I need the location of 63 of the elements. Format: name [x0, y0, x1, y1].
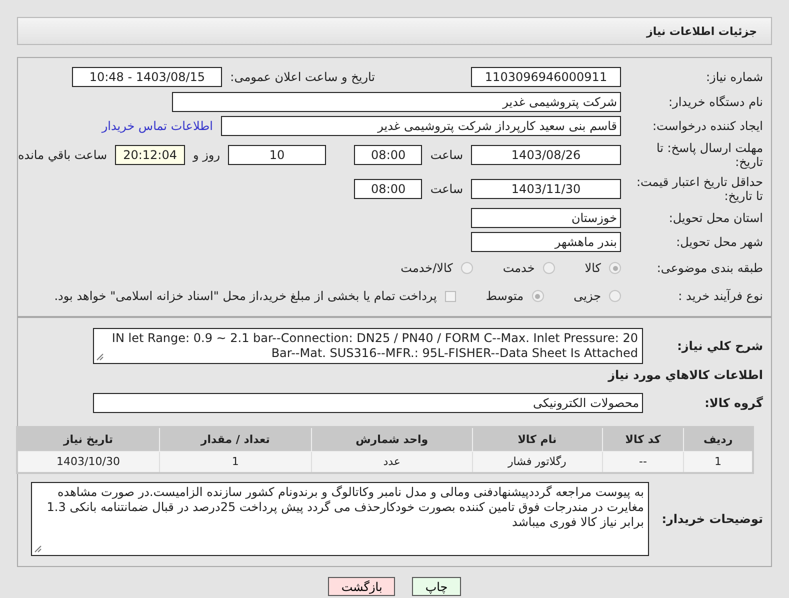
resize-grip-icon[interactable] — [34, 545, 42, 553]
field-label: ساعت — [430, 148, 463, 162]
section-heading: اطلاعات کالاهاي مورد نياز — [606, 368, 763, 382]
field-label: شهر محل تحویل: — [675, 235, 763, 249]
table-cell: رگلاتور فشار — [472, 451, 602, 473]
field-label: نوع فرآیند خرید : — [677, 289, 763, 303]
radio-label: متوسط — [486, 289, 524, 303]
table-cell: عدد — [312, 451, 472, 473]
buyer-notes-box[interactable]: به پیوست مراجعه گرددپیشنهادفنی ومالی و مدل نامبر وکاتالوگ و برندونام کشور سازنده الزامیست.در صورت مشاهده مغایرت در مندرجات فوق تامین کننده بصورت خودکارحذف می گردد پیش پرداخت 25درصد در قبال ضمانتنامه بانکی 1.3 برابر نیاز کالا فوری میباشد — [31, 482, 649, 556]
column-header: کد کالا — [602, 427, 684, 451]
field-label: استان محل تحویل: — [668, 211, 763, 225]
radio-button[interactable] — [609, 262, 621, 274]
radio-button[interactable] — [532, 290, 544, 302]
column-header: واحد شمارش — [312, 427, 472, 451]
field-label: ساعت باقي مانده — [18, 148, 108, 162]
input-field[interactable]: 1403/08/15 - 10:48 — [72, 67, 222, 87]
radio-label: جزیی — [574, 289, 601, 303]
field-label: گروه کالا: — [704, 396, 763, 410]
checkbox-label: پرداخت تمام یا بخشی از مبلغ خرید،از محل "اسناد خزانه اسلامی" خواهد بود. — [54, 289, 437, 303]
radio-button[interactable] — [609, 290, 621, 302]
input-field[interactable]: 08:00 — [354, 145, 422, 165]
field-label: شرح کلي نياز: — [676, 339, 763, 353]
column-header: ردیف — [684, 427, 753, 451]
field-label: شماره نیاز: — [705, 70, 763, 84]
input-field[interactable]: محصولات الکترونیکی — [93, 393, 643, 413]
input-field[interactable]: خوزستان — [471, 208, 621, 228]
radio-button[interactable] — [460, 262, 473, 274]
field-label: حداقل تاریخ اعتبار قیمت: تا تاریخ: — [635, 175, 763, 203]
field-label: ساعت — [430, 182, 463, 196]
input-field[interactable]: 10 — [228, 145, 326, 165]
column-header: نام کالا — [472, 427, 602, 451]
column-header: تعداد / مقدار — [159, 427, 312, 451]
buyer-contact-link[interactable]: اطلاعات تماس خریدار — [102, 119, 213, 133]
column-header: تاریخ نیاز — [17, 427, 159, 451]
field-label: ایجاد کننده درخواست: — [651, 119, 763, 133]
input-field[interactable]: 1403/08/26 — [471, 145, 621, 165]
table-cell: -- — [602, 451, 684, 473]
radio-button[interactable] — [542, 262, 555, 274]
print-button[interactable]: چاپ — [412, 577, 461, 596]
table-cell: 1403/10/30 — [17, 451, 159, 473]
table-cell: 1 — [684, 451, 753, 473]
back-button[interactable]: بازگشت — [328, 577, 396, 596]
countdown-field[interactable]: 20:12:04 — [115, 145, 186, 165]
field-label: نام دستگاه خریدار: — [668, 95, 763, 109]
field-label: طبقه بندی موضوعی: — [656, 261, 763, 275]
input-field[interactable]: 08:00 — [354, 179, 422, 199]
page-title: جزئیات اطلاعات نیاز — [17, 17, 772, 45]
input-field[interactable]: شرکت پتروشیمی غدیر — [172, 92, 621, 112]
input-field[interactable]: بندر ماهشهر — [471, 232, 621, 252]
checkbox[interactable] — [444, 290, 456, 302]
input-field[interactable]: 1403/11/30 — [471, 179, 621, 199]
radio-label: خدمت — [502, 261, 535, 275]
table-cell: 1 — [159, 451, 312, 473]
field-label: روز و — [193, 148, 220, 162]
radio-label: کالا — [584, 261, 601, 275]
input-field[interactable]: قاسم بنی سعید کارپرداز شرکت پتروشیمی غدیر — [221, 116, 621, 136]
input-field[interactable]: 1103096946000911 — [471, 67, 621, 87]
field-label: توضیحات خریدار: — [660, 512, 763, 526]
field-label: تاریخ و ساعت اعلان عمومی: — [230, 70, 375, 84]
description-box[interactable]: IN let Range: 0.9 ~ 2.1 bar--Connection: DN25 / PN40 / FORM C--Max. Inlet Pressure: 20 Bar--Mat. SUS316--MFR.: 95L-FISHER--Data Sheet Is Attached — [93, 328, 643, 364]
resize-grip-icon[interactable] — [96, 353, 104, 361]
field-label: مهلت ارسال پاسخ: تا تاریخ: — [655, 141, 763, 169]
radio-label: کالا/خدمت — [400, 261, 453, 275]
